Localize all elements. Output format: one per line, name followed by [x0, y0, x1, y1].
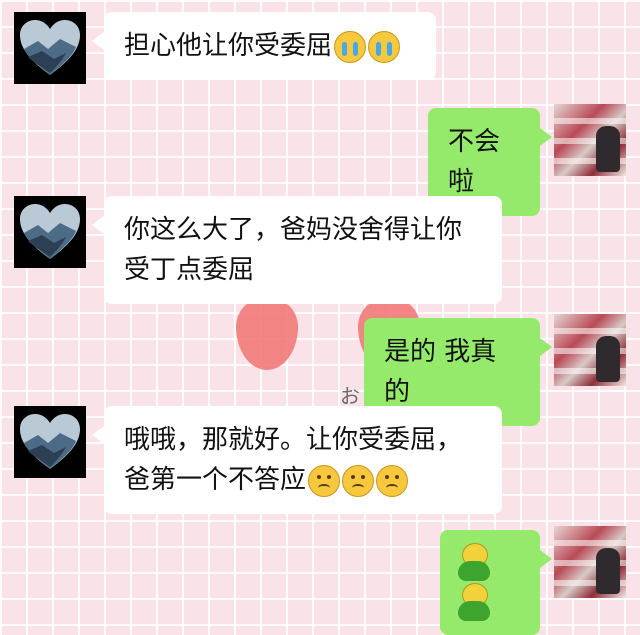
strawberry-decoration: [236, 290, 298, 370]
message-bubble: 担心他让你受委屈: [92, 12, 436, 80]
self-avatar[interactable]: [554, 526, 626, 598]
message-bubble: 哦哦，那就好。让你受委屈， 爸第一个不答应: [92, 406, 502, 514]
message-text-line: 受丁点委屈: [124, 255, 255, 285]
heart-landscape-icon: [20, 20, 80, 75]
crying-face-icon: [334, 30, 367, 63]
message-bubble: 你这么大了，爸妈没舍得让你 受丁点委屈: [92, 196, 502, 304]
heart-landscape-icon: [20, 204, 80, 259]
heart-landscape-icon: [20, 414, 80, 469]
message-text: 不会啦: [448, 127, 501, 197]
message-bubble-self: [440, 530, 552, 635]
worried-face-icon: [342, 464, 375, 497]
message-text-line: 哦哦，那就好。让你受委屈，: [124, 425, 463, 455]
contact-avatar[interactable]: [14, 406, 86, 478]
frog-emoji-icon: [456, 583, 492, 623]
worried-face-icon: [308, 464, 341, 497]
contact-avatar[interactable]: [14, 196, 86, 268]
frog-emoji-icon: [456, 542, 492, 583]
contact-avatar[interactable]: [14, 12, 86, 84]
message-text-line: 你这么大了，爸妈没舍得让你: [124, 215, 463, 245]
self-avatar[interactable]: [554, 104, 626, 176]
message-text: 是的 我真的: [384, 337, 497, 407]
message-text: 担心他让你受委屈: [124, 31, 333, 61]
message-text-line: 爸第一个不答应: [124, 465, 307, 495]
self-avatar[interactable]: [554, 314, 626, 386]
crying-face-icon: [368, 30, 401, 63]
worried-face-icon: [376, 464, 409, 497]
